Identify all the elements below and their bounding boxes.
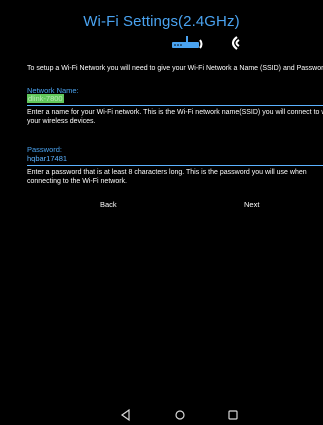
wifi-signal-icon — [231, 36, 240, 50]
recent-apps-icon[interactable] — [226, 408, 240, 422]
router-icon — [172, 36, 203, 49]
password-help: Enter a password that is at least 8 char… — [27, 169, 307, 185]
network-name-value: dlink-7800 — [27, 94, 64, 103]
system-nav-bar — [0, 405, 323, 425]
intro-text: To setup a Wi-Fi Network you will need t… — [27, 65, 323, 72]
next-button[interactable]: Next — [244, 200, 259, 209]
home-circle-icon[interactable] — [173, 408, 187, 422]
back-button[interactable]: Back — [100, 200, 117, 209]
network-name-input[interactable]: dlink-7800 — [27, 94, 323, 106]
password-input[interactable]: hqbar17481 — [27, 154, 323, 166]
password-value: hqbar17481 — [27, 154, 68, 163]
back-triangle-icon[interactable] — [119, 408, 133, 422]
password-label: Password: — [27, 145, 63, 154]
wifi-settings-screen: Wi-Fi Settings(2.4GHz) To setup a Wi-Fi … — [0, 0, 323, 425]
network-name-help: Enter a name for your Wi-Fi network. Thi… — [27, 109, 323, 125]
page-title: Wi-Fi Settings(2.4GHz) — [83, 13, 240, 30]
